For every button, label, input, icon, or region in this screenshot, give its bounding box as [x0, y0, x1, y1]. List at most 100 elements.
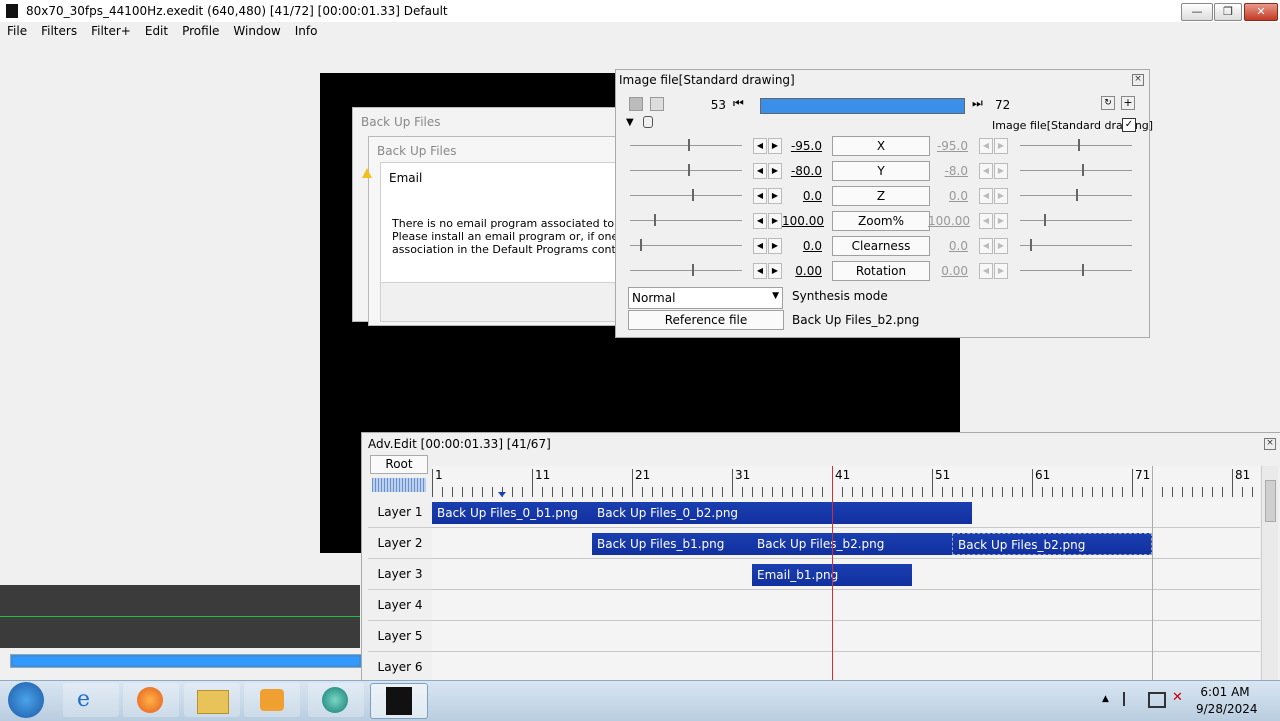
layer-track[interactable] — [432, 590, 1260, 621]
param-slider-left-thumb[interactable] — [640, 239, 642, 251]
param-slider-right[interactable] — [1020, 220, 1132, 221]
param-slider-right[interactable] — [1020, 170, 1132, 171]
menu-filter-plus[interactable]: Filter+ — [84, 22, 138, 38]
layer-label[interactable]: Layer 1 — [368, 497, 432, 528]
param-slider-left[interactable] — [630, 245, 742, 246]
param-name-button[interactable]: Rotation — [832, 261, 930, 281]
param-decrement-left[interactable]: ◀ — [753, 263, 767, 279]
param-name-button[interactable]: Y — [832, 161, 930, 181]
param-slider-left-thumb[interactable] — [692, 264, 694, 276]
param-decrement-right[interactable]: ◀ — [979, 188, 993, 204]
layer-label[interactable]: Layer 6 — [368, 652, 432, 683]
forward-icon[interactable]: ⏭ — [972, 96, 983, 111]
param-slider-right[interactable] — [1020, 270, 1132, 271]
param-increment-right[interactable]: ▶ — [994, 238, 1008, 254]
param-decrement-right[interactable]: ◀ — [979, 138, 993, 154]
menu-filters[interactable]: Filters — [34, 22, 84, 38]
param-value-left[interactable]: -80.0 — [782, 164, 822, 178]
param-increment-left[interactable]: ▶ — [768, 238, 782, 254]
param-name-button[interactable]: X — [832, 136, 930, 156]
param-value-right[interactable]: -95.0 — [928, 139, 968, 153]
param-name-button[interactable]: Zoom% — [832, 211, 930, 231]
reference-file-button[interactable]: Reference file — [628, 310, 784, 330]
param-value-left[interactable]: -95.0 — [782, 139, 822, 153]
param-slider-right-thumb[interactable] — [1030, 239, 1032, 251]
param-increment-left[interactable]: ▶ — [768, 213, 782, 229]
root-button[interactable]: Root — [370, 455, 428, 474]
image-panel-close-icon[interactable]: × — [1132, 74, 1144, 86]
param-slider-right[interactable] — [1020, 245, 1132, 246]
param-value-left[interactable]: 0.0 — [782, 239, 822, 253]
menu-edit[interactable]: Edit — [138, 22, 175, 38]
zoom-slider[interactable] — [372, 478, 426, 492]
param-increment-right[interactable]: ▶ — [994, 138, 1008, 154]
param-value-right[interactable]: 0.0 — [928, 239, 968, 253]
param-slider-right-thumb[interactable] — [1082, 164, 1084, 176]
volume-muted-icon[interactable]: ✕ — [1172, 690, 1183, 705]
timeline-clip[interactable]: Back Up Files_b2.png — [752, 533, 952, 555]
param-slider-left-thumb[interactable] — [688, 139, 690, 151]
param-value-left[interactable]: 0.00 — [782, 264, 822, 278]
param-increment-left[interactable]: ▶ — [768, 138, 782, 154]
menu-info[interactable]: Info — [288, 22, 325, 38]
taskbar-firefox[interactable] — [123, 683, 179, 717]
param-decrement-left[interactable]: ◀ — [753, 213, 767, 229]
param-slider-left-thumb[interactable] — [654, 214, 656, 226]
hand-icon[interactable] — [643, 116, 653, 128]
timeline-clip[interactable]: Back Up Files_b2.png — [952, 533, 1152, 555]
frame-icon[interactable] — [650, 97, 664, 111]
param-slider-left-thumb[interactable] — [688, 164, 690, 176]
param-decrement-left[interactable]: ◀ — [753, 238, 767, 254]
param-increment-right[interactable]: ▶ — [994, 263, 1008, 279]
layer-label[interactable]: Layer 3 — [368, 559, 432, 590]
param-decrement-right[interactable]: ◀ — [979, 238, 993, 254]
menu-profile[interactable]: Profile — [175, 22, 226, 38]
param-slider-right-thumb[interactable] — [1078, 139, 1080, 151]
close-button[interactable]: ✕ — [1244, 3, 1278, 21]
param-decrement-right[interactable]: ◀ — [979, 213, 993, 229]
param-decrement-right[interactable]: ◀ — [979, 263, 993, 279]
refresh-icon[interactable]: ↻ — [1101, 96, 1115, 110]
timeline-clip[interactable]: Back Up Files_b1.png — [592, 533, 752, 555]
param-increment-left[interactable]: ▶ — [768, 263, 782, 279]
timeline-clip[interactable]: Back Up Files_0_b1.png — [432, 502, 592, 524]
minimize-button[interactable]: — — [1181, 3, 1213, 21]
param-decrement-left[interactable]: ◀ — [753, 138, 767, 154]
collapse-triangle-icon[interactable]: ▼ — [626, 117, 634, 128]
param-slider-left[interactable] — [630, 145, 742, 146]
param-value-left[interactable]: 0.0 — [782, 189, 822, 203]
param-slider-right-thumb[interactable] — [1044, 214, 1046, 226]
clock-date[interactable]: 9/28/2024 — [1196, 702, 1258, 716]
taskbar-aviutl[interactable] — [370, 683, 428, 719]
network-icon[interactable] — [1148, 692, 1166, 708]
param-increment-right[interactable]: ▶ — [994, 163, 1008, 179]
param-increment-left[interactable]: ▶ — [768, 163, 782, 179]
param-name-button[interactable]: Z — [832, 186, 930, 206]
adv-edit-close-icon[interactable]: × — [1264, 438, 1276, 450]
param-decrement-right[interactable]: ◀ — [979, 163, 993, 179]
param-value-right[interactable]: 100.00 — [928, 214, 970, 228]
menu-file[interactable]: File — [0, 22, 34, 38]
image-file-checkbox[interactable]: ✓ — [1122, 118, 1136, 132]
layer-label[interactable]: Layer 5 — [368, 621, 432, 652]
taskbar-globe[interactable] — [308, 683, 364, 717]
frame-range-bar[interactable] — [760, 98, 965, 114]
layer-label[interactable]: Layer 4 — [368, 590, 432, 621]
taskbar-explorer[interactable] — [184, 683, 240, 717]
vertical-scrollbar[interactable] — [1261, 466, 1278, 680]
layer-track[interactable] — [432, 621, 1260, 652]
layer-label[interactable]: Layer 2 — [368, 528, 432, 559]
menu-window[interactable]: Window — [226, 22, 287, 38]
layer-track[interactable] — [432, 652, 1260, 683]
show-hidden-icons-icon[interactable]: ▲ — [1102, 694, 1109, 704]
scrollbar-thumb[interactable] — [1265, 480, 1276, 522]
param-value-right[interactable]: 0.00 — [928, 264, 968, 278]
param-increment-right[interactable]: ▶ — [994, 213, 1008, 229]
param-slider-left[interactable] — [630, 220, 742, 221]
taskbar-ie[interactable]: e — [63, 683, 119, 717]
param-value-left[interactable]: 100.00 — [782, 214, 824, 228]
param-slider-left[interactable] — [630, 170, 742, 171]
param-increment-right[interactable]: ▶ — [994, 188, 1008, 204]
maximize-button[interactable]: ❐ — [1214, 3, 1242, 21]
param-slider-left-thumb[interactable] — [692, 189, 694, 201]
